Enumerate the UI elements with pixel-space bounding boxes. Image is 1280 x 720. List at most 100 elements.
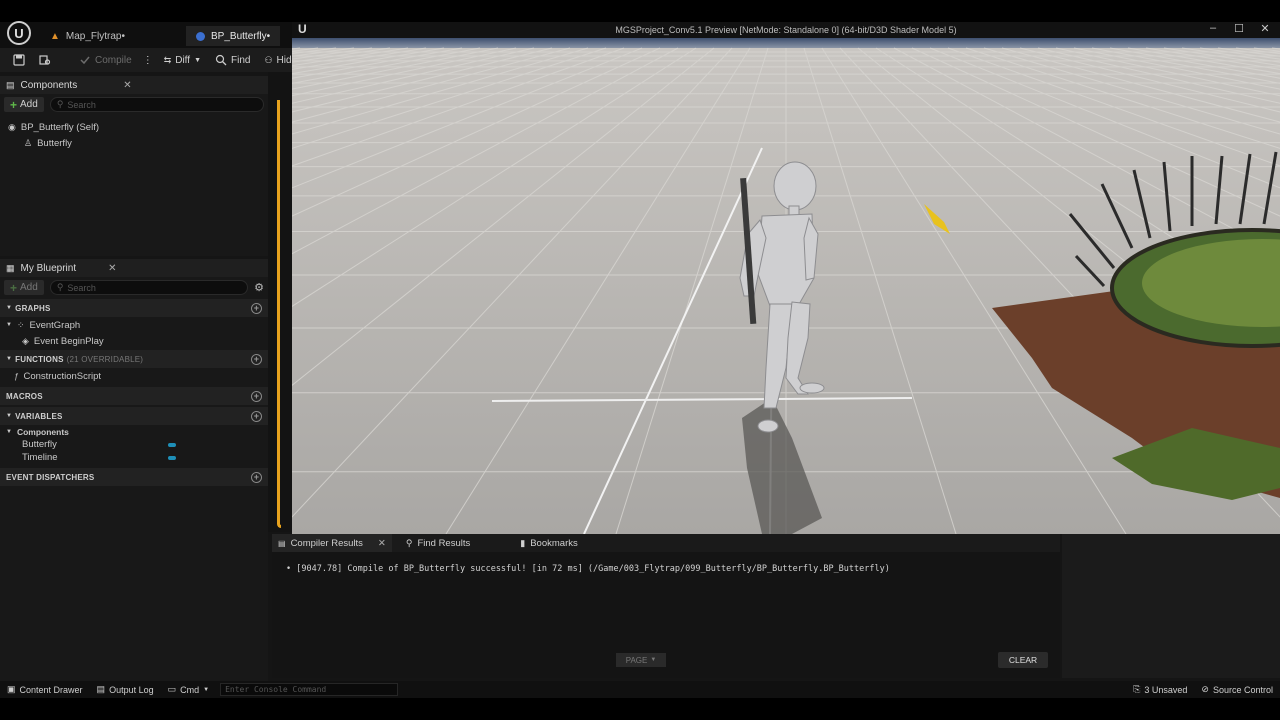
compile-button[interactable]: Compile [74, 50, 137, 70]
execution-wire-highlight [277, 100, 281, 528]
components-tab-label: Components [20, 79, 78, 91]
save-button[interactable] [8, 50, 30, 70]
terminal-icon: ▭ [167, 684, 177, 694]
diff-button[interactable]: ⇆ Diff ▼ [159, 50, 206, 70]
my-blueprint-search-input[interactable]: ⚲ Search [49, 280, 249, 295]
source-control-label: Source Control [1212, 684, 1273, 695]
tab-compiler-results[interactable]: ▤ Compiler Results ✕ [272, 534, 392, 552]
source-control-button[interactable]: ⊘ Source Control [1194, 681, 1280, 698]
tab-bp-butterfly[interactable]: BP_Butterfly• [186, 26, 281, 46]
game-scene [292, 38, 1280, 534]
search-icon: ⚲ [56, 282, 64, 292]
unsaved-label: 3 Unsaved [1144, 684, 1188, 695]
expand-arrow-icon: ▼ [6, 322, 12, 328]
close-icon[interactable]: ✕ [108, 263, 116, 274]
component-item-butterfly[interactable]: ♙ Butterfly [8, 135, 260, 151]
add-member-button[interactable]: + Add [4, 280, 44, 295]
game-viewport[interactable] [292, 38, 1280, 534]
graph-item-event-graph[interactable]: ▼ ⁘ EventGraph [0, 317, 268, 333]
search-placeholder: Search [67, 282, 96, 293]
unsaved-icon: ⎘ [1133, 684, 1141, 694]
cmd-dropdown[interactable]: ▭ Cmd ▼ [161, 681, 216, 698]
browse-icon [39, 55, 51, 65]
search-icon: ⚲ [405, 537, 413, 548]
compiler-results-panel: ▤ Compiler Results ✕ ⚲ Find Results ▮ Bo… [272, 534, 1060, 678]
macros-section-header[interactable]: MACROS + [0, 387, 268, 405]
compile-options-button[interactable]: ⋮ [141, 50, 155, 70]
compiler-icon: ▤ [278, 538, 286, 548]
content-drawer-button[interactable]: ▣ Content Drawer [0, 681, 90, 698]
my-blueprint-tab[interactable]: ▦ My Blueprint ✕ [0, 259, 268, 277]
output-log-label: Output Log [109, 684, 154, 695]
variables-section-header[interactable]: ▼ VARIABLES + [0, 407, 268, 425]
my-blueprint-panel: ▦ My Blueprint ✕ + Add ⚲ Search ⚙ ▼ GRAP… [0, 259, 268, 681]
add-variable-icon[interactable]: + [251, 410, 262, 422]
variable-item-timeline[interactable]: Timeline [0, 451, 268, 464]
cmd-label: Cmd [180, 684, 200, 695]
components-tab[interactable]: ▤ Components ✕ [0, 76, 268, 94]
clear-button[interactable]: CLEAR [998, 652, 1048, 668]
browse-button[interactable] [34, 50, 56, 70]
collapse-arrow-icon: ▼ [6, 413, 13, 419]
event-item-begin-play[interactable]: ◈ Event BeginPlay [0, 333, 268, 349]
compile-log-line: • [9047.78] Compile of BP_Butterfly succ… [286, 564, 890, 574]
status-bar: ▣ Content Drawer ▤ Output Log ▭ Cmd ▼ En… [0, 681, 1280, 698]
add-graph-icon[interactable]: + [251, 302, 262, 314]
sky [292, 38, 1280, 48]
components-category-label: Components [16, 426, 69, 437]
plus-icon: + [10, 280, 18, 295]
unsaved-button[interactable]: ⎘ 3 Unsaved [1126, 681, 1194, 698]
components-panel: ▤ Components ✕ + Add ⚲ Search ◉ BP_Butte… [0, 76, 268, 256]
tab-label: BP_Butterfly• [211, 30, 271, 42]
save-icon [13, 54, 25, 66]
skeletal-mesh-icon: ♙ [24, 137, 33, 148]
unreal-logo[interactable]: U [4, 21, 34, 45]
functions-header-label: FUNCTIONS [15, 354, 64, 364]
find-button[interactable]: Find [210, 50, 255, 70]
event-graph-icon: ⁘ [16, 319, 25, 330]
functions-section-header[interactable]: ▼ FUNCTIONS (21 OVERRIDABLE) + [0, 350, 268, 368]
component-label: BP_Butterfly (Self) [20, 121, 99, 133]
add-function-icon[interactable]: + [251, 353, 262, 365]
graphs-section-header[interactable]: ▼ GRAPHS + [0, 299, 268, 317]
close-button[interactable]: ✕ [1250, 22, 1280, 35]
preview-window-titlebar[interactable]: U MGSProject_Conv5.1 Preview [NetMode: S… [292, 22, 1280, 38]
page-dropdown[interactable]: PAGE ▼ [616, 653, 666, 667]
variables-header-label: VARIABLES [15, 411, 63, 421]
add-macro-icon[interactable]: + [251, 390, 262, 402]
output-log-button[interactable]: ▤ Output Log [90, 681, 161, 698]
gear-icon[interactable]: ⚙ [254, 281, 264, 294]
content-drawer-label: Content Drawer [19, 684, 83, 695]
function-item-construction-script[interactable]: ƒ ConstructionScript [0, 368, 268, 384]
search-icon: ⚲ [56, 99, 64, 109]
function-icon: ƒ [14, 371, 19, 381]
unreal-small-logo-icon: U [298, 22, 307, 36]
preview-window-title: MGSProject_Conv5.1 Preview [NetMode: Sta… [615, 25, 957, 35]
blueprint-icon [196, 31, 205, 41]
macros-header-label: MACROS [6, 391, 43, 401]
tab-map-flytrap[interactable]: ▲ Map_Flytrap• [40, 26, 135, 46]
console-command-input[interactable]: Enter Console Command [220, 683, 399, 696]
add-component-button[interactable]: + Add [4, 97, 44, 112]
tab-label: Map_Flytrap• [65, 30, 125, 42]
collapse-arrow-icon: ▼ [6, 356, 13, 362]
unreal-logo-icon: U [7, 21, 31, 45]
event-dispatchers-header-label: EVENT DISPATCHERS [6, 472, 95, 482]
compile-icon [80, 56, 90, 65]
component-item-self[interactable]: ◉ BP_Butterfly (Self) [8, 119, 260, 135]
variable-label: Butterfly [22, 439, 57, 450]
variable-category-components[interactable]: ▼ Components [0, 425, 268, 438]
components-search-input[interactable]: ⚲ Search [49, 97, 264, 112]
search-placeholder: Search [67, 99, 96, 110]
variable-item-butterfly[interactable]: Butterfly [0, 438, 268, 451]
tab-find-results[interactable]: ⚲ Find Results [400, 534, 476, 552]
expand-arrow-icon: ▼ [6, 428, 12, 435]
event-dispatchers-section-header[interactable]: EVENT DISPATCHERS + [0, 468, 268, 486]
chevron-down-icon: ▼ [650, 657, 657, 663]
add-dispatcher-icon[interactable]: + [251, 471, 262, 483]
diff-label: Diff [175, 54, 191, 66]
tab-bookmarks[interactable]: ▮ Bookmarks [514, 534, 583, 552]
output-log-icon: ▤ [96, 684, 106, 694]
close-icon[interactable]: ✕ [123, 80, 131, 91]
close-icon[interactable]: ✕ [378, 538, 386, 549]
